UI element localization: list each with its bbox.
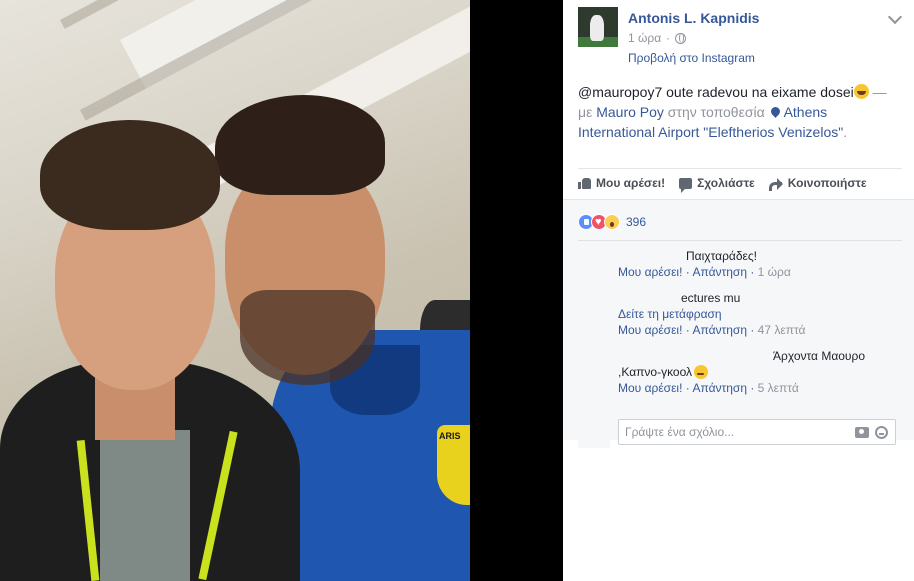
comment-text: ectures mu bbox=[681, 291, 741, 305]
avatar[interactable] bbox=[578, 348, 610, 380]
share-icon bbox=[768, 177, 783, 191]
post-side-panel: Antonis L. Kapnidis 1 ώρα · Προβολή στο … bbox=[563, 0, 914, 581]
comment-time[interactable]: 5 λεπτά bbox=[758, 381, 799, 395]
view-on-instagram-link[interactable]: Προβολή στο Instagram bbox=[628, 51, 759, 65]
see-translation-link[interactable]: Δείτε τη μετάφραση bbox=[618, 306, 806, 322]
photo-viewer: ARIS Antonis L. Kapnidis 1 ώρα · Προβολή… bbox=[0, 0, 914, 581]
comment-like-link[interactable]: Μου αρέσει! bbox=[618, 381, 682, 395]
like-button[interactable]: Μου αρέσει! bbox=[578, 176, 665, 190]
camera-icon[interactable] bbox=[855, 427, 869, 438]
comment-like-link[interactable]: Μου αρέσει! bbox=[618, 323, 682, 337]
comment-reply-link[interactable]: Απάντηση bbox=[692, 265, 747, 279]
wow-reaction-icon bbox=[604, 214, 620, 230]
comment-text: Παιχταράδες! bbox=[686, 249, 757, 263]
divider bbox=[578, 240, 902, 241]
location-pin-icon bbox=[768, 105, 782, 118]
person-beard bbox=[240, 290, 375, 385]
globe-icon bbox=[675, 32, 687, 44]
laughing-emoji-icon bbox=[853, 84, 869, 99]
comment-item: Άρχοντα Μαουρο ,Καπνο-γκοολ Μου αρέσει! … bbox=[618, 349, 865, 395]
post-caption: @mauropoy7 oute radevou na eixame dosei bbox=[578, 84, 854, 100]
tagged-person-link[interactable]: Mauro Poy bbox=[596, 104, 664, 120]
post-time[interactable]: 1 ώρα bbox=[628, 31, 661, 45]
comment-box[interactable] bbox=[618, 419, 896, 445]
comments-section: 396 Παιχταράδες! Μου αρέσει! · Απάντηση … bbox=[563, 199, 914, 448]
post-text: @mauropoy7 oute radevou na eixame dosei … bbox=[578, 84, 887, 140]
comment-item: ectures mu Δείτε τη μετάφραση Μου αρέσει… bbox=[618, 291, 806, 337]
person-shirt bbox=[100, 430, 190, 581]
comment-item: Παιχταράδες! Μου αρέσει! · Απάντηση · 1 … bbox=[618, 249, 791, 279]
author-name[interactable]: Antonis L. Kapnidis bbox=[628, 10, 759, 26]
chevron-down-icon[interactable] bbox=[887, 9, 903, 25]
comment-reply-link[interactable]: Απάντηση bbox=[692, 323, 747, 337]
comment-time[interactable]: 1 ώρα bbox=[758, 265, 791, 279]
comment-time[interactable]: 47 λεπτά bbox=[758, 323, 806, 337]
wink-emoji-icon bbox=[694, 365, 709, 379]
comment-input[interactable] bbox=[619, 420, 849, 444]
photo-area: ARIS bbox=[0, 0, 563, 581]
comment-like-link[interactable]: Μου αρέσει! bbox=[618, 265, 682, 279]
person-hair bbox=[40, 120, 220, 230]
comment-reply-link[interactable]: Απάντηση bbox=[692, 381, 747, 395]
comment-text: ,Καπνο-γκοολ bbox=[618, 365, 693, 379]
avatar[interactable] bbox=[578, 290, 610, 322]
comment-button[interactable]: Σχολιάστε bbox=[679, 176, 755, 193]
reaction-count[interactable]: 396 bbox=[626, 215, 646, 229]
post-meta: 1 ώρα · bbox=[628, 31, 759, 45]
avatar bbox=[578, 416, 610, 448]
thumbs-up-icon bbox=[578, 177, 591, 189]
comment-icon bbox=[679, 177, 693, 193]
post-photo[interactable]: ARIS bbox=[0, 0, 470, 581]
author-avatar[interactable] bbox=[578, 7, 618, 47]
divider bbox=[578, 168, 902, 169]
post-actions: Μου αρέσει! Σχολιάστε Κοινοποιήστε bbox=[578, 176, 867, 193]
post-header: Antonis L. Kapnidis 1 ώρα · Προβολή στο … bbox=[578, 7, 759, 65]
avatar[interactable] bbox=[578, 246, 610, 278]
comment-text: Άρχοντα Μαουρο bbox=[773, 349, 865, 363]
reactions-summary[interactable]: 396 bbox=[578, 214, 646, 230]
share-button[interactable]: Κοινοποιήστε bbox=[768, 176, 867, 191]
person-hair bbox=[215, 95, 385, 195]
sticker-icon[interactable] bbox=[875, 426, 888, 439]
